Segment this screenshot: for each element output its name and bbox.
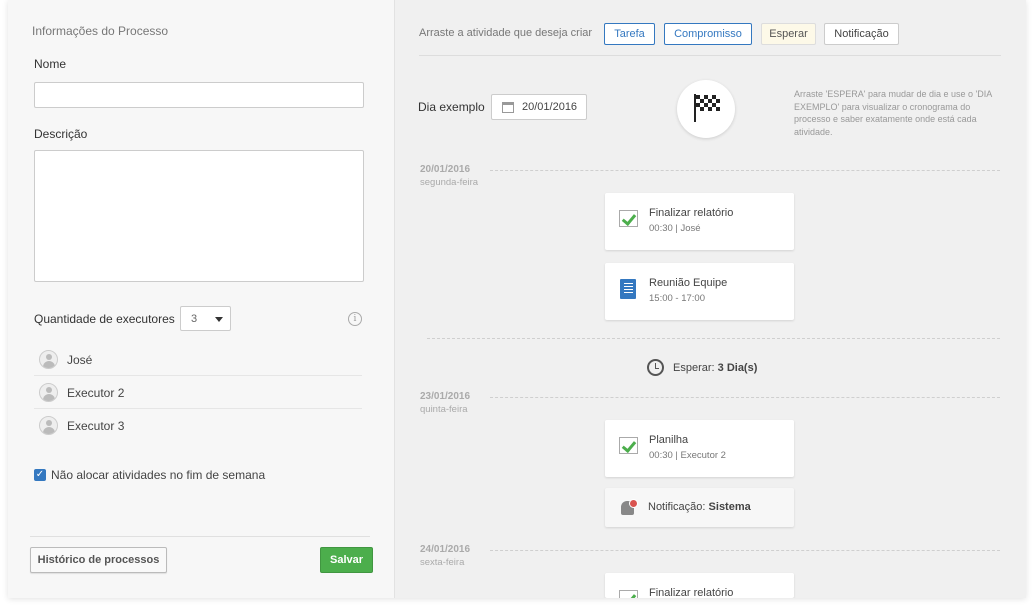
timeline-panel: Arraste a atividade que deseja criar Tar…: [395, 0, 1026, 598]
day-weekday: segunda-feira: [420, 177, 479, 188]
wait-separator: [427, 338, 1000, 339]
process-info-panel: Informações do Processo Nome Descrição Q…: [8, 0, 395, 598]
chevron-down-icon: [215, 317, 223, 322]
compromisso-button[interactable]: Compromisso: [664, 23, 752, 45]
executor-name: Executor 2: [67, 386, 125, 400]
hint-text: Arraste 'ESPERA' para mudar de dia e use…: [794, 89, 992, 137]
nome-label: Nome: [34, 57, 67, 71]
qtd-executores-label: Quantidade de executores: [34, 312, 175, 326]
executor-name: Executor 3: [67, 419, 125, 433]
section-title: Informações do Processo: [32, 24, 169, 38]
checkbox-icon: [619, 590, 638, 598]
avatar-icon: [39, 350, 58, 369]
descricao-textarea[interactable]: [34, 150, 364, 282]
historico-button[interactable]: Histórico de processos: [30, 547, 167, 573]
nome-input[interactable]: [34, 82, 364, 108]
process-editor: Informações do Processo Nome Descrição Q…: [8, 0, 1026, 598]
weekend-checkbox-label: Não alocar atividades no fim de semana: [51, 468, 266, 482]
checkbox-icon: [619, 437, 638, 454]
drag-instruction: Arraste a atividade que deseja criar: [419, 27, 593, 39]
notebook-icon: [620, 279, 636, 299]
dia-exemplo-value: 20/01/2016: [522, 101, 578, 113]
activity-card[interactable]: Finalizar relatório 00:30 | José: [605, 193, 794, 250]
qtd-executores-select[interactable]: 3: [180, 306, 231, 331]
notification-value: Sistema: [708, 501, 751, 513]
finish-flag-icon: [677, 80, 735, 138]
activity-title: Finalizar relatório: [649, 207, 734, 219]
divider: [419, 55, 1001, 56]
notification-prefix: Notificação:: [648, 501, 706, 513]
dia-exemplo-input[interactable]: 20/01/2016: [491, 94, 587, 120]
day-separator: [490, 397, 1000, 398]
checkbox-icon: [619, 210, 638, 227]
wait-prefix: Esperar:: [673, 362, 715, 374]
esperar-button[interactable]: Esperar: [761, 23, 816, 45]
notification-card[interactable]: Notificação: Sistema: [605, 488, 794, 527]
calendar-icon: [502, 102, 514, 113]
day-weekday: quinta-feira: [420, 404, 468, 415]
divider: [30, 536, 370, 537]
tarefa-button[interactable]: Tarefa: [604, 23, 655, 45]
day-date: 20/01/2016: [420, 164, 471, 175]
day-date: 23/01/2016: [420, 391, 471, 402]
notificacao-button[interactable]: Notificação: [824, 23, 899, 45]
notification-text: Notificação: Sistema: [648, 501, 751, 513]
notification-badge-icon: [629, 499, 638, 508]
avatar-icon: [39, 416, 58, 435]
weekend-checkbox[interactable]: ✓: [34, 469, 46, 481]
activity-title: Planilha: [649, 434, 689, 446]
clock-icon: [647, 359, 664, 376]
wait-item[interactable]: Esperar: 3 Dia(s): [673, 362, 757, 374]
activity-card[interactable]: Planilha 00:30 | Executor 2: [605, 420, 794, 477]
activity-title: Reunião Equipe: [649, 277, 728, 289]
executor-row[interactable]: Executor 3: [34, 409, 362, 442]
info-icon[interactable]: i: [348, 312, 362, 326]
executor-row[interactable]: José: [34, 343, 362, 376]
wait-value: 3 Dia(s): [717, 362, 758, 374]
day-weekday: sexta-feira: [420, 557, 465, 568]
descricao-label: Descrição: [34, 127, 88, 141]
activity-subtitle: 15:00 - 17:00: [649, 293, 705, 304]
salvar-button[interactable]: Salvar: [320, 547, 373, 573]
day-date: 24/01/2016: [420, 544, 471, 555]
activity-title: Finalizar relatório: [649, 587, 734, 598]
activity-card[interactable]: Reunião Equipe 15:00 - 17:00: [605, 263, 794, 320]
dia-exemplo-label: Dia exemplo: [418, 100, 485, 114]
day-separator: [490, 550, 1000, 551]
qtd-executores-value: 3: [191, 313, 198, 325]
avatar-icon: [39, 383, 58, 402]
executor-name: José: [67, 353, 93, 367]
activity-subtitle: 00:30 | José: [649, 223, 701, 234]
activity-subtitle: 00:30 | Executor 2: [649, 450, 726, 461]
executor-row[interactable]: Executor 2: [34, 376, 362, 409]
day-separator: [490, 170, 1000, 171]
activity-card[interactable]: Finalizar relatório: [605, 573, 794, 598]
